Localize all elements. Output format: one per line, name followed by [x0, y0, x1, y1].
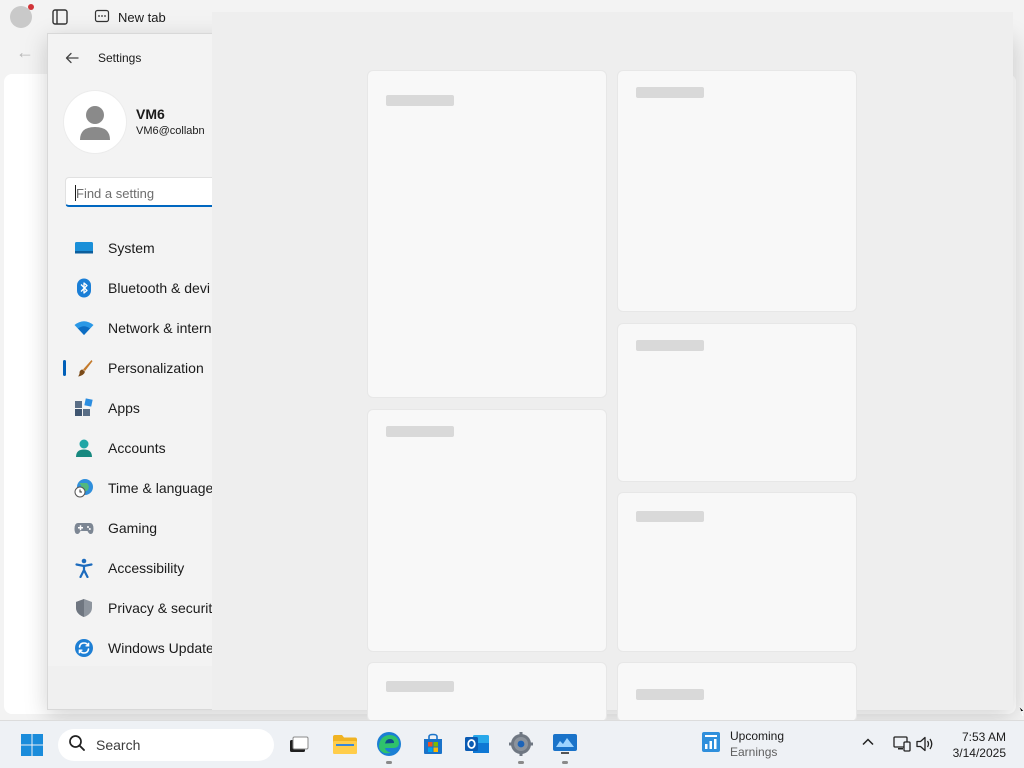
- nav-item-label: Bluetooth & devi: [108, 280, 210, 296]
- clock-time: 7:53 AM: [961, 730, 1006, 744]
- windows-update-icon: [74, 638, 94, 658]
- user-name: VM6: [136, 106, 165, 122]
- nav-item-accessibility[interactable]: Accessibility: [62, 548, 213, 588]
- back-arrow-icon[interactable]: [64, 50, 80, 66]
- browser-tab-title: New tab: [118, 9, 166, 25]
- nav-item-label: Windows Update: [108, 640, 213, 656]
- skeleton-card: [367, 70, 607, 398]
- widget-title: Upcoming: [730, 729, 785, 743]
- browser-profile-avatar[interactable]: [10, 4, 34, 28]
- taskbar-search-label: Search: [96, 737, 141, 753]
- find-setting-input[interactable]: [76, 183, 213, 203]
- user-email: VM6@collabn: [136, 125, 205, 137]
- nav-item-label: System: [108, 240, 155, 256]
- apps-icon: [74, 398, 94, 418]
- nav-item-label: Gaming: [108, 520, 158, 536]
- nav-item-accounts[interactable]: Accounts: [62, 428, 213, 468]
- running-indicator: [386, 761, 392, 764]
- settings-content-loading: [212, 12, 1013, 722]
- skeleton-card: [617, 323, 857, 482]
- user-avatar[interactable]: [64, 91, 126, 153]
- search-icon: [68, 734, 86, 757]
- personalization-brush-icon: [74, 358, 94, 378]
- nav-item-label: Accounts: [108, 440, 166, 456]
- browser-back-icon[interactable]: ←: [16, 42, 34, 63]
- skeleton-card: [617, 492, 857, 652]
- skeleton-line: [636, 511, 704, 522]
- running-indicator: [518, 761, 524, 764]
- nav-item-windows-update[interactable]: Windows Update: [62, 628, 213, 666]
- network-icon: [74, 318, 94, 338]
- clock-date: 3/14/2025: [952, 746, 1006, 760]
- nav-item-label: Privacy & securit: [108, 600, 213, 616]
- settings-nav-pane: Settings VM6 VM6@collabn System: [48, 34, 213, 666]
- taskbar: Search Upcoming Earnings 7:53 AM 3/14/20…: [0, 720, 1024, 768]
- nav-item-label: Accessibility: [108, 560, 185, 576]
- microsoft-store-icon[interactable]: [420, 731, 446, 757]
- nav-item-system[interactable]: System: [62, 228, 213, 268]
- tab-actions-icon[interactable]: [50, 7, 70, 27]
- nav-item-network-internet[interactable]: Network & intern: [62, 308, 213, 348]
- skeleton-line: [636, 689, 704, 700]
- taskbar-search-box[interactable]: Search: [58, 729, 274, 761]
- system-icon: [74, 238, 94, 258]
- nav-item-label: Network & intern: [108, 320, 212, 336]
- chevron-up-icon[interactable]: [861, 735, 875, 754]
- nav-item-time-language[interactable]: Time & language: [62, 468, 213, 508]
- volume-icon[interactable]: [915, 735, 935, 758]
- skeleton-card: [367, 662, 607, 722]
- privacy-shield-icon: [74, 598, 94, 618]
- nav-item-bluetooth-devices[interactable]: Bluetooth & devi: [62, 268, 213, 308]
- settings-window: Settings VM6 VM6@collabn System: [47, 12, 1013, 722]
- skeleton-card: [617, 70, 857, 312]
- start-button[interactable]: [20, 733, 44, 757]
- nav-item-gaming[interactable]: Gaming: [62, 508, 213, 548]
- task-view-icon[interactable]: [286, 731, 312, 757]
- accounts-icon: [74, 438, 94, 458]
- widget-subtitle: Earnings: [730, 745, 778, 759]
- skeleton-line: [636, 340, 704, 351]
- nav-item-label: Personalization: [108, 360, 204, 376]
- skeleton-line: [636, 87, 704, 98]
- skeleton-line: [386, 681, 454, 692]
- nav-item-label: Apps: [108, 400, 140, 416]
- running-indicator: [562, 761, 568, 764]
- widgets-button[interactable]: Upcoming Earnings: [700, 728, 784, 760]
- skeleton-card: [617, 662, 857, 722]
- time-language-icon: [74, 478, 94, 498]
- accessibility-icon: [74, 558, 94, 578]
- find-setting-search[interactable]: [65, 177, 213, 207]
- skeleton-card: [367, 409, 607, 652]
- settings-nav-list: System Bluetooth & devi Network & intern: [62, 228, 213, 666]
- nav-item-apps[interactable]: Apps: [62, 388, 213, 428]
- network-tray-icon[interactable]: [891, 735, 911, 758]
- new-tab-page-icon: [94, 8, 110, 27]
- selection-indicator: [63, 360, 66, 376]
- outlook-icon[interactable]: [464, 731, 490, 757]
- settings-gear-icon[interactable]: [508, 731, 534, 757]
- nav-item-label: Time & language: [108, 480, 213, 496]
- remote-desktop-icon[interactable]: [552, 731, 578, 757]
- gaming-icon: [74, 518, 94, 538]
- nav-item-privacy-security[interactable]: Privacy & securit: [62, 588, 213, 628]
- bluetooth-icon: [74, 278, 94, 298]
- edge-browser-icon[interactable]: [376, 731, 402, 757]
- skeleton-line: [386, 426, 454, 437]
- nav-item-personalization[interactable]: Personalization: [62, 348, 213, 388]
- file-explorer-icon[interactable]: [332, 731, 358, 757]
- settings-title: Settings: [98, 51, 142, 65]
- skeleton-line: [386, 95, 454, 106]
- system-clock[interactable]: 7:53 AM 3/14/2025: [940, 729, 1006, 761]
- earnings-chart-icon: [700, 730, 722, 759]
- widget-text: Upcoming Earnings: [730, 728, 784, 760]
